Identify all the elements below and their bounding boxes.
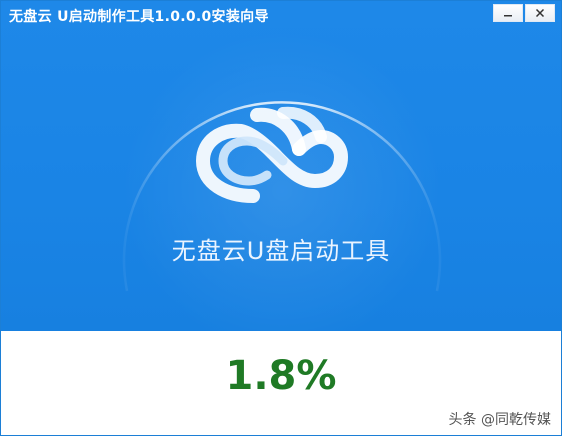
close-icon xyxy=(535,8,545,18)
progress-area: 1.8% 头条 @同乾传媒 xyxy=(1,331,561,435)
minimize-icon xyxy=(503,8,513,18)
title-bar[interactable]: 无盘云 U启动制作工具1.0.0.0安装向导 xyxy=(1,1,561,29)
window-title: 无盘云 U启动制作工具1.0.0.0安装向导 xyxy=(9,9,269,25)
watermark-text: 头条 @同乾传媒 xyxy=(448,412,551,428)
minimize-button[interactable] xyxy=(493,4,523,22)
cloud-infinity-logo-icon xyxy=(195,106,349,203)
progress-percent: 1.8% xyxy=(225,353,337,399)
installer-window: 无盘云 U启动制作工具1.0.0.0安装向导 无盘云U盘启动工具 1.8% 头条… xyxy=(0,0,562,436)
app-name: 无盘云U盘启动工具 xyxy=(171,237,391,265)
splash-panel: 无盘云 U启动制作工具1.0.0.0安装向导 无盘云U盘启动工具 xyxy=(1,1,561,331)
window-controls xyxy=(493,4,555,22)
close-button[interactable] xyxy=(525,4,555,22)
